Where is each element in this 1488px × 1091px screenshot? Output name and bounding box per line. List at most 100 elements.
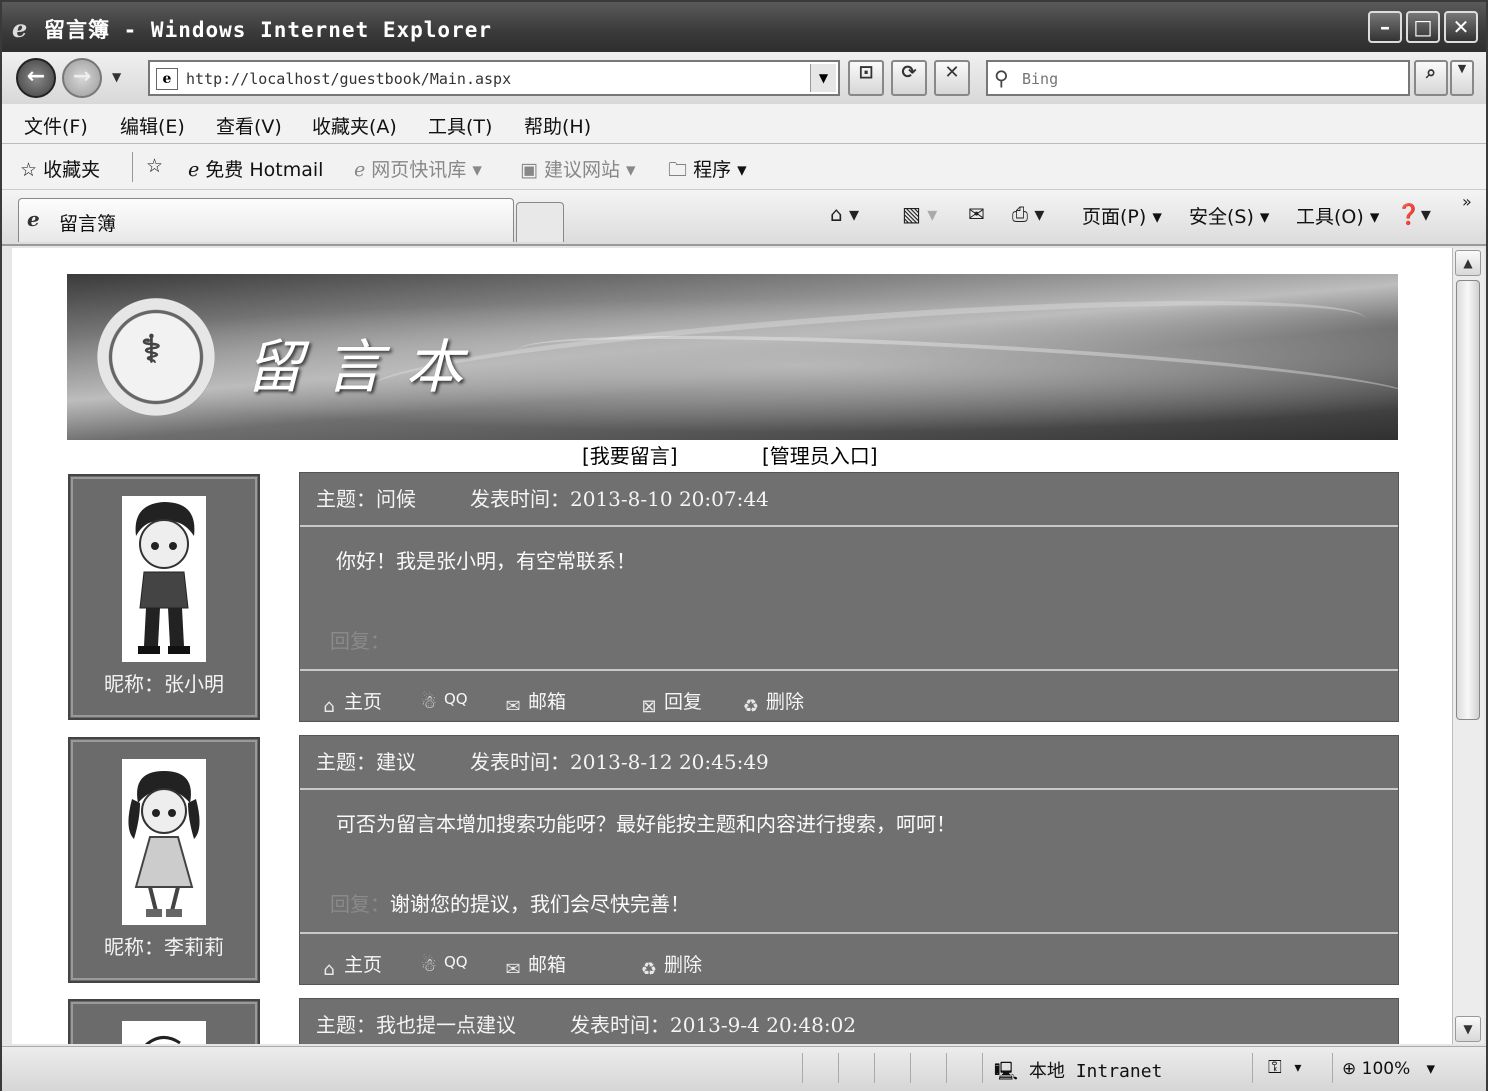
reply-label: 回复：	[330, 629, 390, 653]
divider	[946, 1053, 947, 1083]
star-icon: ☆	[20, 159, 38, 181]
reply-action[interactable]: ⊠ 回复	[636, 687, 702, 720]
url-box: e ▼	[148, 60, 840, 96]
emblem-logo: ⚕	[97, 298, 215, 416]
avatar	[122, 496, 206, 662]
divider	[1332, 1053, 1333, 1083]
status-bar: 🖳 本地 Intranet ⚿ ▾ ⊕ 100% ▾	[2, 1046, 1486, 1091]
protected-mode-icon[interactable]: ⚿ ▾	[1268, 1057, 1303, 1078]
menu-file[interactable]: 文件(F)	[24, 112, 88, 139]
folder-icon: 🗀	[668, 159, 688, 181]
url-input[interactable]	[186, 67, 806, 91]
fav-hotmail[interactable]: ℯ 免费 Hotmail	[188, 155, 323, 182]
message-post: 主题：建议 发表时间：2013-8-12 20:45:49 可否为留言本增加搜索功…	[299, 735, 1399, 985]
favorites-button[interactable]: ☆ 收藏夹	[20, 155, 100, 182]
menu-tools[interactable]: 工具(T)	[428, 112, 492, 139]
favorites-bar: ☆ 收藏夹 ☆ ℯ 免费 Hotmail ℯ 网页快讯库 ▾ ▣ 建议网站 ▾ …	[2, 144, 1486, 190]
delete-action[interactable]: ♻ 删除	[738, 687, 804, 720]
email-action[interactable]: ✉ 邮箱	[500, 950, 566, 983]
suggested-sites-icon: ▣	[520, 159, 538, 181]
chevron-more-icon[interactable]: »	[1462, 192, 1472, 211]
nickname: 昵称：李莉莉	[104, 935, 224, 959]
compatibility-view-button[interactable]: ⊡	[848, 60, 884, 96]
search-input[interactable]	[1022, 67, 1392, 91]
avatar	[122, 759, 206, 925]
new-tab-button[interactable]	[516, 202, 564, 242]
vertical-scrollbar[interactable]: ▲ ▼	[1452, 248, 1484, 1044]
url-dropdown-icon[interactable]: ▼	[810, 64, 836, 92]
zoom-level[interactable]: ⊕ 100% ▾	[1342, 1059, 1435, 1079]
mail-icon: ✉	[505, 959, 521, 980]
action-label: 回复	[664, 691, 703, 713]
maximize-button[interactable]: □	[1406, 11, 1440, 43]
menu-favorites[interactable]: 收藏夹(A)	[312, 112, 397, 139]
forward-button[interactable]: →	[62, 58, 102, 98]
qq-action[interactable]: ☃ QQ	[416, 950, 468, 979]
home-icon[interactable]: ⌂ ▾	[830, 202, 859, 226]
ie-logo-icon: e	[12, 14, 28, 43]
recent-pages-dropdown-icon[interactable]: ▼	[112, 70, 121, 84]
scroll-thumb[interactable]	[1456, 280, 1480, 720]
delete-action[interactable]: ♻ 删除	[636, 950, 702, 983]
home-icon: ⌂	[323, 959, 335, 980]
search-provider-icon: ⚲	[994, 66, 1009, 90]
post-header: 主题：问候 发表时间：2013-8-10 20:07:44	[316, 483, 769, 512]
help-icon[interactable]: ❓▾	[1396, 202, 1431, 226]
search-button[interactable]: ⌕	[1414, 60, 1448, 96]
menu-help[interactable]: 帮助(H)	[524, 112, 591, 139]
post-subject: 主题：建议	[316, 750, 416, 774]
read-mail-icon[interactable]: ✉	[968, 202, 985, 226]
scroll-up-icon[interactable]: ▲	[1455, 250, 1481, 276]
fav-programs[interactable]: 🗀 程序 ▾	[668, 155, 747, 188]
post-message-link[interactable]: [我要留言]	[582, 440, 678, 469]
divider	[300, 932, 1398, 934]
favorites-label: 收藏夹	[43, 159, 101, 181]
scroll-down-icon[interactable]: ▼	[1455, 1016, 1481, 1042]
page-content: ⚕ 留言本 [我要留言] [管理员入口] 昵称：张小明 主题：问候 发表时间：20…	[12, 248, 1452, 1044]
page-menu[interactable]: 页面(P) ▾	[1082, 202, 1162, 229]
fav-suggested-sites[interactable]: ▣ 建议网站 ▾	[520, 155, 636, 182]
search-options-dropdown-icon[interactable]: ▼	[1450, 60, 1474, 96]
user-avatar-card	[68, 999, 260, 1044]
fav-web-slice-gallery[interactable]: ℯ 网页快讯库 ▾	[354, 155, 482, 182]
tab-guestbook[interactable]: e 留言簿	[18, 198, 514, 242]
divider	[1252, 1053, 1253, 1083]
message-post: 主题：我也提一点建议 发表时间：2013-9-4 20:48:02	[299, 998, 1399, 1044]
homepage-action[interactable]: ⌂ 主页	[316, 687, 382, 720]
back-button[interactable]: ←	[16, 58, 56, 98]
reply-label: 回复：	[330, 892, 390, 916]
user-avatar-card: 昵称：张小明	[68, 474, 260, 720]
qq-penguin-icon: ☃	[420, 692, 438, 713]
page-icon: e	[156, 68, 178, 90]
add-to-favorites-icon[interactable]: ☆	[146, 155, 163, 177]
divider	[910, 1053, 911, 1083]
action-label: 邮箱	[528, 954, 567, 976]
fav-suggested-label: 建议网站 ▾	[544, 159, 636, 181]
safety-menu[interactable]: 安全(S) ▾	[1189, 202, 1269, 229]
menu-view[interactable]: 查看(V)	[216, 112, 282, 139]
refresh-button[interactable]: ⟳	[891, 60, 927, 96]
stop-button[interactable]: ✕	[934, 60, 970, 96]
tools-menu[interactable]: 工具(O) ▾	[1296, 202, 1379, 229]
email-action[interactable]: ✉ 邮箱	[500, 687, 566, 720]
post-content: 可否为留言本增加搜索功能呀？最好能按主题和内容进行搜索，呵呵！	[336, 812, 956, 836]
user-avatar-card: 昵称：李莉莉	[68, 737, 260, 983]
post-reply: 回复：谢谢您的提议，我们会尽快完善！	[330, 888, 690, 917]
minimize-button[interactable]: –	[1368, 11, 1402, 43]
admin-entry-link[interactable]: [管理员入口]	[762, 440, 878, 469]
menu-edit[interactable]: 编辑(E)	[120, 112, 185, 139]
close-button[interactable]: ✕	[1444, 11, 1478, 43]
homepage-action[interactable]: ⌂ 主页	[316, 950, 382, 983]
feeds-icon[interactable]: ▧ ▾	[902, 202, 937, 226]
zone-label: 本地 Intranet	[1028, 1061, 1163, 1082]
ie-page-icon: ℯ	[354, 159, 366, 181]
reply-text: 谢谢您的提议，我们会尽快完善！	[390, 892, 690, 916]
delete-icon: ♻	[742, 696, 760, 717]
qq-action[interactable]: ☃ QQ	[416, 687, 468, 716]
fav-hotmail-label: 免费 Hotmail	[205, 159, 324, 181]
delete-icon: ♻	[640, 959, 658, 980]
nickname: 昵称：张小明	[104, 672, 224, 696]
site-banner: ⚕ 留言本	[67, 274, 1398, 440]
divider	[982, 1053, 983, 1083]
print-icon[interactable]: ⎙ ▾	[1012, 202, 1044, 226]
